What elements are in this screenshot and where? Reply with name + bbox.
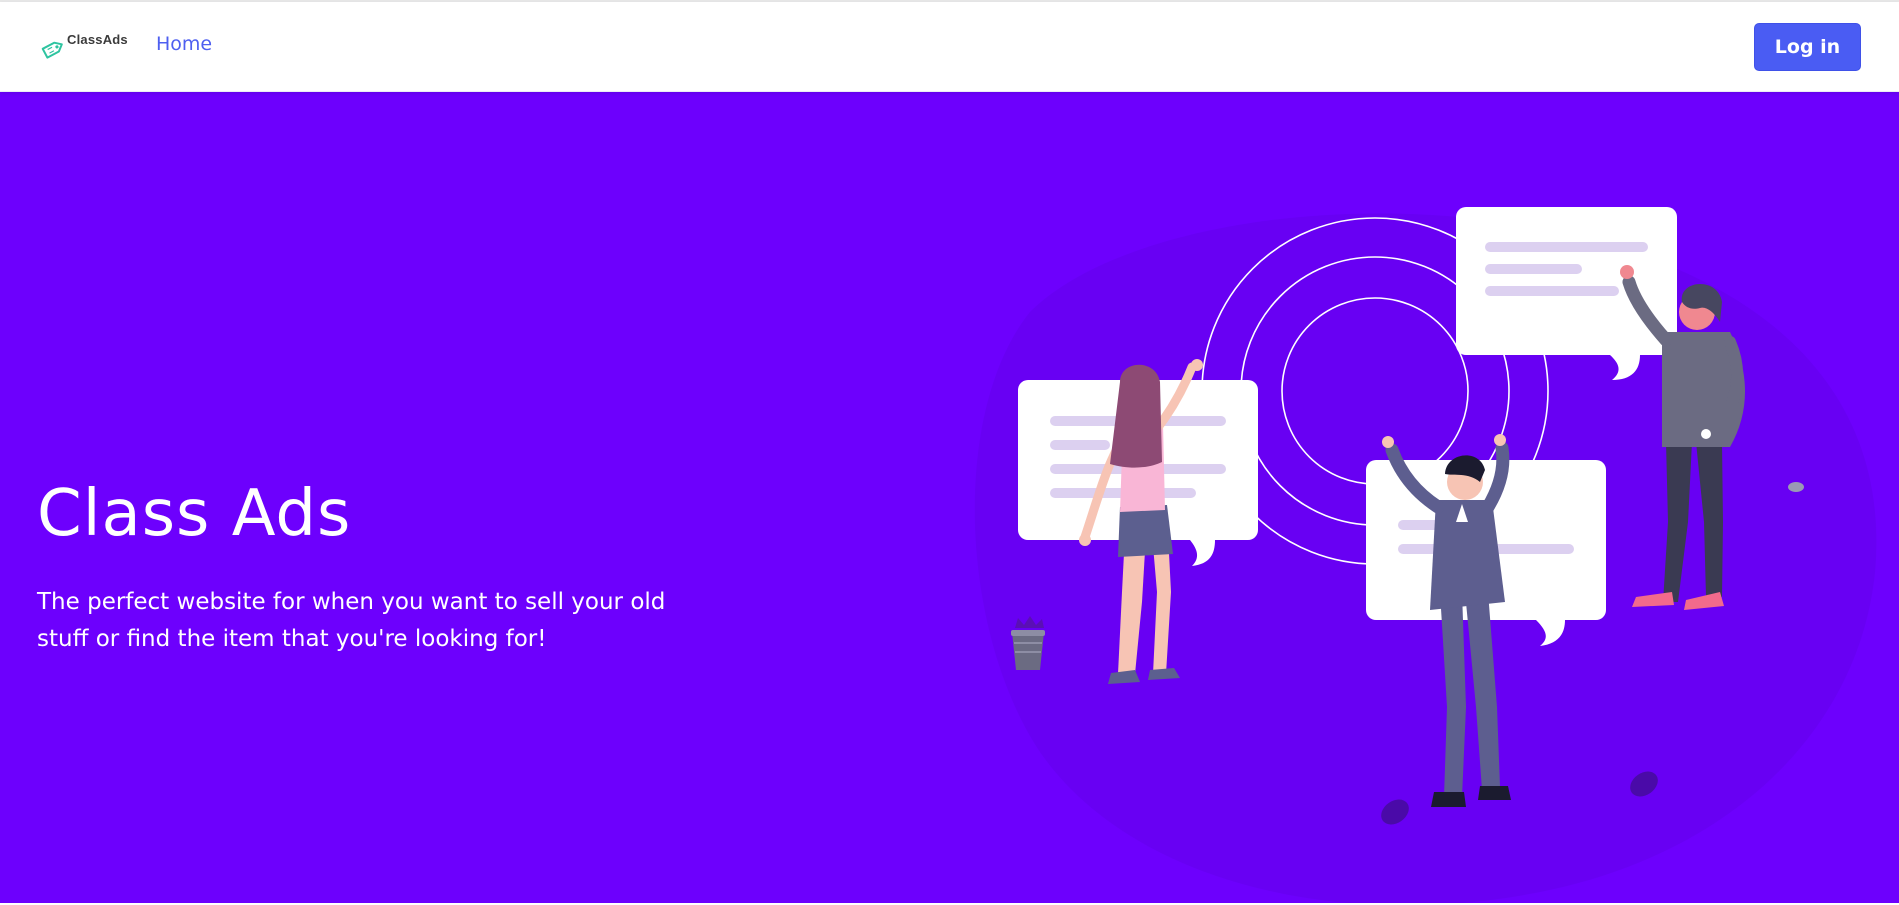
brand-name: ClassAds (67, 32, 128, 47)
people-posting-ads-illustration (974, 207, 1877, 903)
price-tag-icon (41, 41, 63, 59)
login-button[interactable]: Log in (1754, 23, 1861, 71)
speech-card-top-right (1456, 207, 1677, 380)
nav-home-link[interactable]: Home (156, 33, 212, 55)
hero-section: Class Ads The perfect website for when y… (0, 92, 1899, 903)
navbar: ClassAds Home Log in (0, 2, 1899, 92)
hero-title: Class Ads (37, 477, 352, 551)
hero-subtitle: The perfect website for when you want to… (37, 589, 666, 652)
brand-logo[interactable]: ClassAds (40, 30, 128, 64)
